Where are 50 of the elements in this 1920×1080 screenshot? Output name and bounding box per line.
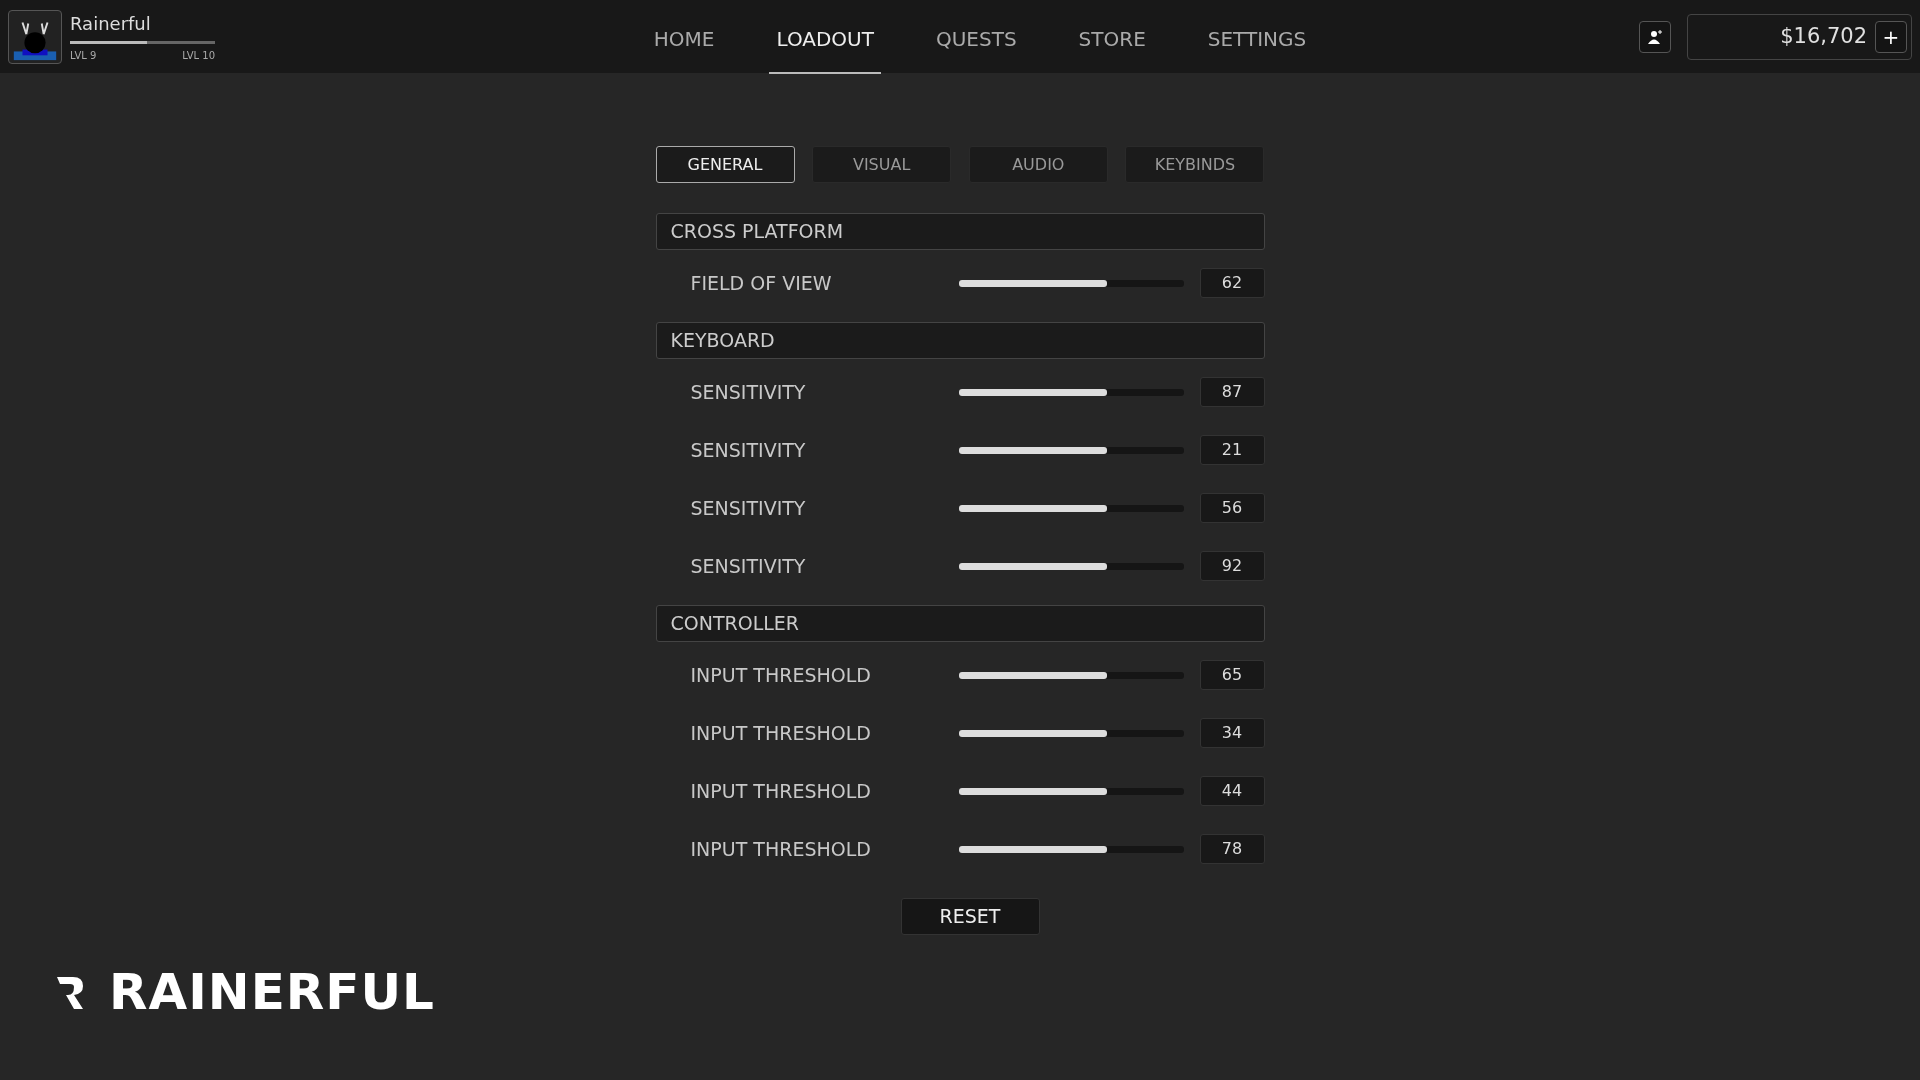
value-field[interactable]: 56	[1199, 493, 1265, 523]
nav-tab[interactable]: LOADOUT	[769, 0, 881, 74]
setting-label: SENSITIVITY	[690, 437, 807, 463]
value-field[interactable]: 44	[1199, 776, 1265, 806]
setting-label: SENSITIVITY	[690, 553, 807, 579]
brand-name: RAINERFUL	[109, 962, 435, 1023]
value-field[interactable]: 92	[1199, 551, 1265, 581]
setting-label: INPUT THRESHOLD	[690, 720, 872, 746]
slider-track[interactable]	[958, 562, 1184, 570]
logo-icon	[55, 974, 85, 1011]
reset-button[interactable]: RESET	[900, 898, 1040, 935]
section-header: KEYBOARD	[655, 322, 1265, 359]
setting-label: INPUT THRESHOLD	[690, 662, 872, 688]
slider-track[interactable]	[958, 671, 1184, 679]
value-field[interactable]: 78	[1199, 834, 1265, 864]
category-tab[interactable]: AUDIO	[968, 146, 1108, 183]
value-field[interactable]: 21	[1199, 435, 1265, 465]
section-header: CROSS PLATFORM	[655, 213, 1265, 250]
slider-track[interactable]	[958, 446, 1184, 454]
currency-balance: $16,702	[1780, 22, 1867, 50]
slider-track[interactable]	[958, 388, 1184, 396]
setting-label: FIELD OF VIEW	[690, 270, 833, 296]
avatar-icon	[8, 9, 62, 64]
slider-track[interactable]	[958, 787, 1184, 795]
category-tab[interactable]: KEYBINDS	[1125, 146, 1265, 183]
slider-track[interactable]	[958, 729, 1184, 737]
value-field[interactable]: 87	[1199, 377, 1265, 407]
slider-track[interactable]	[958, 504, 1184, 512]
nav-tab[interactable]: SETTINGS	[1200, 0, 1314, 74]
category-tab[interactable]: GENERAL	[655, 146, 795, 183]
slider-track[interactable]	[958, 279, 1184, 287]
level-label: LVL 9	[70, 49, 97, 63]
value-field[interactable]: 65	[1199, 660, 1265, 690]
player-name: Rainerful	[70, 12, 152, 36]
slider-track[interactable]	[958, 845, 1184, 853]
add-friend-button[interactable]	[1639, 20, 1671, 53]
section-header: CONTROLLER	[655, 605, 1265, 642]
nav-tab[interactable]: HOME	[646, 0, 722, 74]
setting-label: SENSITIVITY	[690, 495, 807, 521]
setting-label: INPUT THRESHOLD	[690, 778, 872, 804]
nav-tab[interactable]: QUESTS	[928, 0, 1024, 74]
category-tab[interactable]: VISUAL	[812, 146, 952, 183]
nav-tab[interactable]: STORE	[1071, 0, 1153, 74]
value-field[interactable]: 62	[1199, 268, 1265, 298]
level-label: LVL 10	[182, 49, 215, 63]
value-field[interactable]: 34	[1199, 718, 1265, 748]
add-user-icon	[1647, 28, 1663, 45]
add-currency-button[interactable]: +	[1875, 20, 1907, 53]
setting-label: INPUT THRESHOLD	[690, 836, 872, 862]
setting-label: SENSITIVITY	[690, 379, 807, 405]
